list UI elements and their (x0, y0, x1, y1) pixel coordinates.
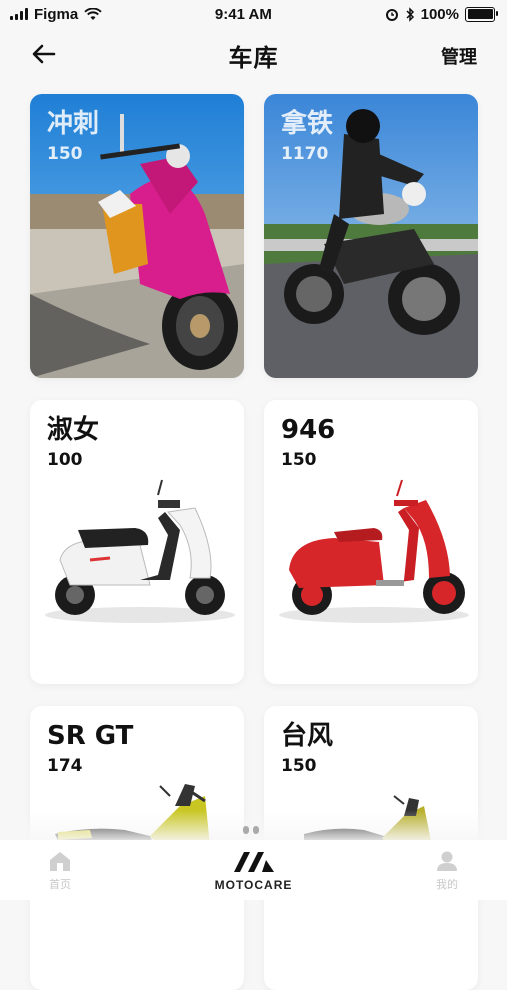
tab-motocare[interactable]: MOTOCARE (194, 840, 314, 892)
bike-card[interactable]: 拿铁 1170 (264, 94, 478, 378)
bluetooth-icon (406, 6, 414, 22)
tab-bar: 首页 MOTOCARE 我的 (0, 840, 507, 900)
bike-name: 拿铁 (281, 109, 334, 139)
wifi-icon (84, 7, 102, 20)
signal-icon (10, 8, 28, 20)
back-arrow-icon[interactable] (30, 42, 58, 66)
status-bar: Figma 9:41 AM 100% (0, 0, 507, 28)
bike-card[interactable]: 冲刺 150 (30, 94, 244, 378)
motocare-logo-icon (233, 852, 274, 872)
profile-icon (437, 851, 457, 871)
tab-motocare-label: MOTOCARE (214, 878, 293, 892)
bike-cc: 1170 (281, 144, 329, 164)
page-title: 车库 (228, 43, 279, 72)
bike-cc: 150 (47, 144, 83, 164)
tab-mine-label: 我的 (436, 878, 458, 891)
manage-button[interactable]: 管理 (441, 43, 477, 69)
clock: 9:41 AM (214, 5, 272, 23)
nav-bar: 车库 管理 (0, 30, 507, 80)
status-left: Figma (0, 6, 102, 23)
battery-icon (465, 6, 498, 22)
tab-mine[interactable]: 我的 (387, 840, 507, 892)
battery-label: 100% (420, 5, 459, 23)
page-indicator (243, 826, 259, 834)
status-right: 100% (385, 6, 507, 23)
bike-card[interactable]: 946 150 (264, 400, 478, 684)
tab-home[interactable]: 首页 (0, 840, 120, 892)
bike-name: 冲刺 (47, 109, 100, 139)
bike-card[interactable]: 淑女 100 (30, 400, 244, 684)
bike-image (45, 479, 235, 623)
home-icon (50, 852, 70, 871)
bike-image (279, 479, 469, 623)
alarm-icon (385, 9, 398, 21)
carrier-label: Figma (34, 5, 79, 23)
tab-home-label: 首页 (49, 878, 71, 891)
